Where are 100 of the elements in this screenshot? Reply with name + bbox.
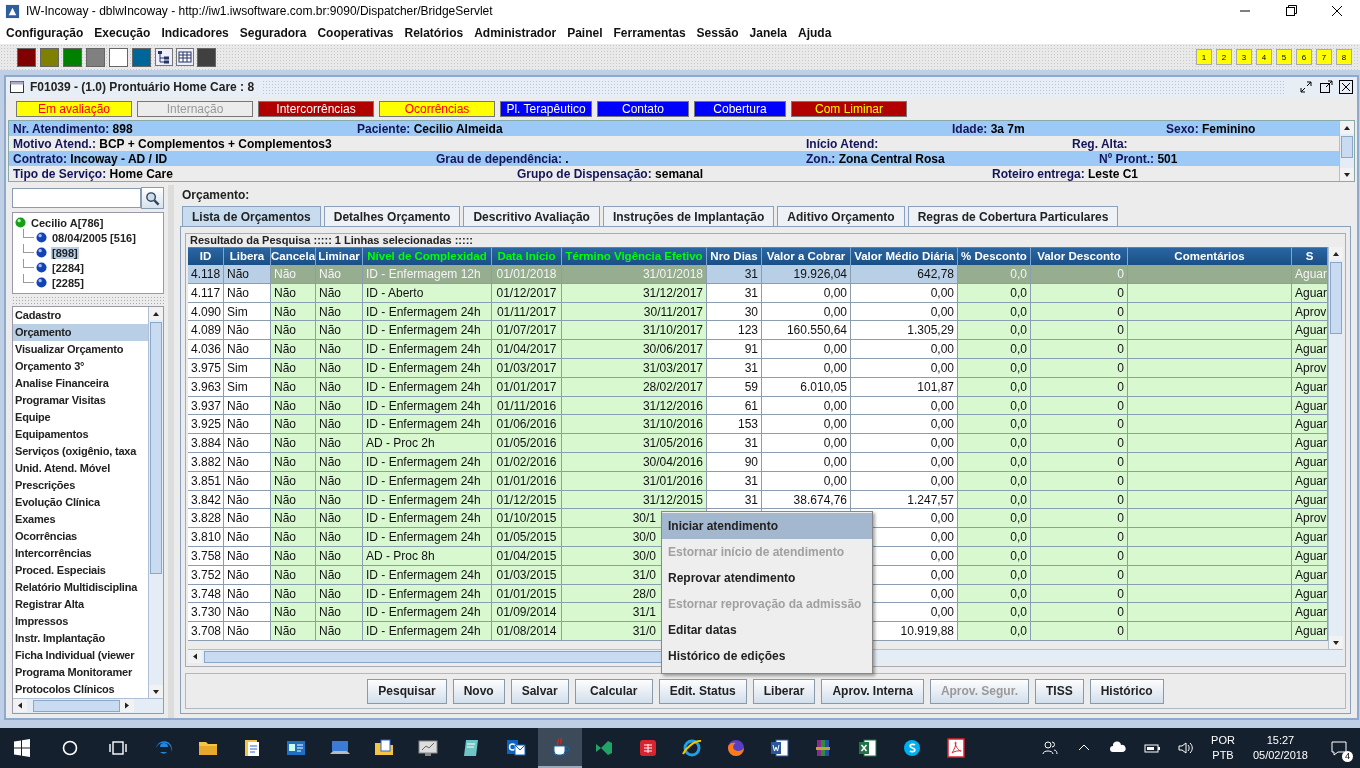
table-cell: Não (316, 415, 363, 435)
table-cell: 91 (707, 340, 762, 359)
patient-field: Roteiro entrega: Leste C1 (992, 166, 1339, 181)
table-cell: 0,00 (762, 452, 851, 472)
table-cell: ID - Enfermagem 24h (363, 340, 492, 359)
table-cell: 0 (1031, 434, 1128, 453)
table-cell: Não (271, 265, 316, 284)
table-cell: 0,0 (958, 622, 1031, 641)
table-cell: ID - Enfermagem 24h (363, 415, 492, 435)
table-cell: 4.117 (188, 283, 224, 303)
table-cell: Aguar (1292, 528, 1328, 547)
table-cell: 31/10/2017 (562, 321, 707, 341)
table-cell: 01/08/2014 (492, 622, 562, 641)
table-cell: 4.036 (188, 340, 224, 359)
table-cell: 0 (1031, 415, 1128, 435)
patient-field: Grau de dependência: . (436, 151, 806, 166)
table-cell: 01/06/2016 (492, 415, 562, 435)
table-cell: AD - Proc 2h (363, 434, 492, 453)
table-cell: Aguar (1292, 415, 1328, 435)
result-title: Resultado da Pesquisa ::::: 1 Linhas selecionadas ::::: (189, 233, 474, 247)
table-cell: 01/10/2015 (492, 509, 562, 529)
table-cell: 3.708 (188, 622, 224, 641)
table-cell: Não (271, 622, 316, 641)
table-cell: 0 (1031, 622, 1128, 641)
table-cell: 0,0 (958, 415, 1031, 435)
table-cell: 59 (707, 377, 762, 397)
table-cell: 0 (1031, 528, 1128, 547)
table-cell: 90 (707, 452, 762, 472)
table-cell: 01/01/2018 (492, 265, 562, 284)
table-cell: Aguar (1292, 265, 1328, 284)
patient-field: Contrato: Incoway - AD / ID (13, 151, 436, 166)
table-cell: 30/06/2017 (562, 340, 707, 359)
table-cell: Não (271, 603, 316, 623)
table-cell: 0,00 (762, 283, 851, 303)
table-cell: Aguar (1292, 340, 1328, 359)
patient-field: Motivo Atend.: BCP + Complementos + Complementos3 (13, 136, 806, 151)
patient-field: Paciente: Cecilio Almeida (357, 121, 952, 136)
table-cell: 0,0 (958, 321, 1031, 341)
table-cell: ID - Enfermagem 24h (363, 622, 492, 641)
table-cell: Aguar (1292, 434, 1328, 453)
table-cell: 4.118 (188, 265, 224, 284)
patient-field: Nº Pront.: 501 (1099, 151, 1339, 166)
table-cell: ID - Enfermagem 24h (363, 321, 492, 341)
table-cell: 01/05/2016 (492, 434, 562, 453)
table-cell: 0 (1031, 265, 1128, 284)
table-cell: Aguar (1292, 603, 1328, 623)
table-cell: 19.926,04 (762, 265, 851, 284)
table-cell: 01/04/2017 (492, 340, 562, 359)
table-cell: ID - Enfermagem 24h (363, 528, 492, 547)
table-cell: Não (271, 415, 316, 435)
table-cell: Não (271, 434, 316, 453)
table-cell: 01/09/2014 (492, 603, 562, 623)
table-cell: 3.882 (188, 452, 224, 472)
table-cell: 31 (707, 283, 762, 303)
table-cell: Aprov (1292, 509, 1328, 529)
table-cell: 0,00 (762, 359, 851, 378)
table-cell: 3.752 (188, 565, 224, 585)
table-cell: ID - Enfermagem 24h (363, 603, 492, 623)
patient-field: Idade: 3a 7m (952, 121, 1166, 136)
table-cell: Não (316, 340, 363, 359)
table-cell: 01/07/2017 (492, 321, 562, 341)
window-title: IW-Incoway - dblwIncoway - http://iw1.iwsoftware.com.br:9090/Dispatcher/BridgeServlet (26, 4, 493, 18)
table-cell: Não (316, 509, 363, 529)
table-cell: Aguar (1292, 321, 1328, 341)
table-cell: 31 (707, 471, 762, 491)
table-cell: Aguar (1292, 622, 1328, 641)
table-cell: 0,00 (762, 340, 851, 359)
table-cell: 0 (1031, 603, 1128, 623)
table-cell: Não (271, 340, 316, 359)
table-cell: 0,0 (958, 340, 1031, 359)
table-cell: 0,00 (762, 434, 851, 453)
table-cell: Não (316, 622, 363, 641)
table-cell: 0,0 (958, 265, 1031, 284)
table-cell: 0 (1031, 509, 1128, 529)
patient-field: Início Atend: (806, 136, 1072, 151)
table-cell: 3.810 (188, 528, 224, 547)
table-cell: Não (316, 528, 363, 547)
table-cell: Não (316, 603, 363, 623)
patient-field: Tipo de Serviço: Home Care (13, 166, 517, 181)
table-cell: Não (316, 321, 363, 341)
table-cell: 3.963 (188, 377, 224, 397)
table-cell: 0,00 (762, 471, 851, 491)
table-cell: 0 (1031, 340, 1128, 359)
table-cell: 31 (707, 359, 762, 378)
table-cell: ID - Enfermagem 12h (363, 265, 492, 284)
table-cell: Não (271, 321, 316, 341)
patient-field: Nr. Atendimento: 898 (13, 121, 357, 136)
table-cell: Não (316, 434, 363, 453)
table-cell: 3.884 (188, 434, 224, 453)
table-cell: 0,0 (958, 509, 1031, 529)
section-title: Orçamento: (181, 189, 251, 202)
notification-badge: 4 (1342, 751, 1353, 762)
table-cell: 0 (1031, 321, 1128, 341)
patient-field: Reg. Alta: (1072, 136, 1339, 151)
table-cell: 0,0 (958, 603, 1031, 623)
table-cell: Não (316, 265, 363, 284)
table-cell: 31/05/2016 (562, 434, 707, 453)
table-cell: 6.010,05 (762, 377, 851, 397)
table-cell: Não (271, 509, 316, 529)
table-cell: ID - Enfermagem 24h (363, 509, 492, 529)
